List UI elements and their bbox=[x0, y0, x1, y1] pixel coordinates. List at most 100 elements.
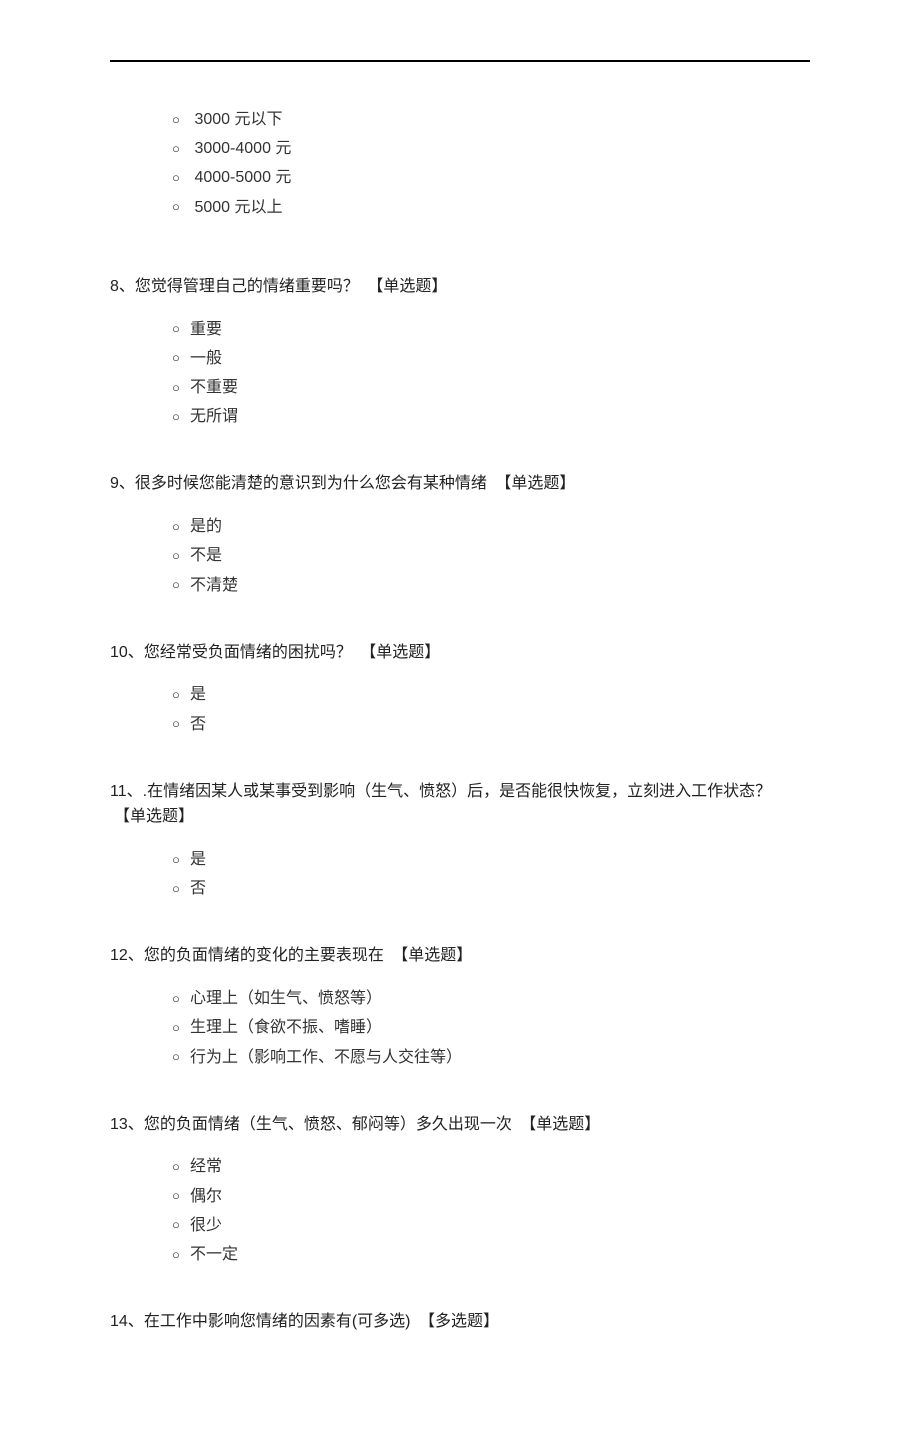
option-row: ○不重要 bbox=[172, 374, 810, 402]
radio-bullet-icon: ○ bbox=[172, 1244, 190, 1267]
radio-bullet-icon: ○ bbox=[172, 196, 190, 219]
question-type-tag: 【单选题】 bbox=[495, 475, 575, 492]
option-row: ○不是 bbox=[172, 542, 810, 570]
question-title: 11、.在情绪因某人或某事受到影响（生气、愤怒）后，是否能很快恢复，立刻进入工作… bbox=[110, 779, 810, 830]
question-title: 13、您的负面情绪（生气、愤怒、郁闷等）多久出现一次 【单选题】 bbox=[110, 1112, 810, 1138]
radio-bullet-icon: ○ bbox=[172, 318, 190, 341]
question-type-tag: 【单选题】 bbox=[392, 947, 472, 964]
option-row: ○是 bbox=[172, 681, 810, 709]
radio-bullet-icon: ○ bbox=[172, 1185, 190, 1208]
header-rule bbox=[110, 60, 810, 62]
option-row: ○行为上（影响工作、不愿与人交往等） bbox=[172, 1044, 810, 1072]
radio-bullet-icon: ○ bbox=[172, 713, 190, 736]
option-row: ○ 4000-5000 元 bbox=[172, 164, 810, 192]
option-text: 不清楚 bbox=[190, 577, 238, 594]
option-text: 无所谓 bbox=[190, 408, 238, 425]
question-12: 12、您的负面情绪的变化的主要表现在 【单选题】 ○心理上（如生气、愤怒等） ○… bbox=[110, 943, 810, 1071]
option-text: 行为上（影响工作、不愿与人交往等） bbox=[190, 1049, 462, 1066]
radio-bullet-icon: ○ bbox=[172, 109, 190, 132]
option-row: ○很少 bbox=[172, 1212, 810, 1240]
question-text: 很多时候您能清楚的意识到为什么您会有某种情绪 bbox=[135, 475, 487, 492]
radio-bullet-icon: ○ bbox=[172, 1156, 190, 1179]
radio-bullet-icon: ○ bbox=[172, 684, 190, 707]
option-row: ○ 3000 元以下 bbox=[172, 106, 810, 134]
option-row: ○否 bbox=[172, 711, 810, 739]
options-list: ○重要 ○一般 ○不重要 ○无所谓 bbox=[110, 316, 810, 432]
question-type-tag: 【单选题】 bbox=[367, 278, 447, 295]
options-list: ○是 ○否 bbox=[110, 681, 810, 738]
option-row: ○一般 bbox=[172, 345, 810, 373]
radio-bullet-icon: ○ bbox=[172, 406, 190, 429]
radio-bullet-icon: ○ bbox=[172, 849, 190, 872]
question-8: 8、您觉得管理自己的情绪重要吗？ 【单选题】 ○重要 ○一般 ○不重要 ○无所谓 bbox=[110, 274, 810, 432]
option-text: 否 bbox=[190, 716, 206, 733]
question-title: 12、您的负面情绪的变化的主要表现在 【单选题】 bbox=[110, 943, 810, 969]
question-number: 13、 bbox=[110, 1116, 144, 1133]
question-10: 10、您经常受负面情绪的困扰吗？ 【单选题】 ○是 ○否 bbox=[110, 640, 810, 739]
radio-bullet-icon: ○ bbox=[172, 347, 190, 370]
option-text: 否 bbox=[190, 880, 206, 897]
option-text: 不是 bbox=[190, 547, 222, 564]
option-text: 5000 元以上 bbox=[194, 199, 282, 216]
option-text: 偶尔 bbox=[190, 1188, 222, 1205]
question-number: 12、 bbox=[110, 947, 144, 964]
option-row: ○生理上（食欲不振、嗜睡） bbox=[172, 1014, 810, 1042]
options-list: ○是的 ○不是 ○不清楚 bbox=[110, 513, 810, 600]
question-number: 8、 bbox=[110, 278, 135, 295]
document-page: ○ 3000 元以下 ○ 3000-4000 元 ○ 4000-5000 元 ○… bbox=[0, 0, 920, 1435]
option-text: 3000-4000 元 bbox=[194, 140, 291, 157]
question-text: 您的负面情绪的变化的主要表现在 bbox=[144, 947, 384, 964]
radio-bullet-icon: ○ bbox=[172, 138, 190, 161]
question-type-tag: 【单选题】 bbox=[360, 644, 440, 661]
option-text: 不一定 bbox=[190, 1246, 238, 1263]
question-type-tag: 【单选题】 bbox=[114, 808, 194, 825]
option-text: 心理上（如生气、愤怒等） bbox=[190, 990, 382, 1007]
radio-bullet-icon: ○ bbox=[172, 167, 190, 190]
question-13: 13、您的负面情绪（生气、愤怒、郁闷等）多久出现一次 【单选题】 ○经常 ○偶尔… bbox=[110, 1112, 810, 1270]
option-row: ○心理上（如生气、愤怒等） bbox=[172, 985, 810, 1013]
question-text: 在工作中影响您情绪的因素有(可多选) bbox=[144, 1313, 411, 1330]
option-text: 生理上（食欲不振、嗜睡） bbox=[190, 1019, 382, 1036]
question-number: 9、 bbox=[110, 475, 135, 492]
option-row: ○ 3000-4000 元 bbox=[172, 135, 810, 163]
question-number: 10、 bbox=[110, 644, 144, 661]
radio-bullet-icon: ○ bbox=[172, 988, 190, 1011]
option-row: ○无所谓 bbox=[172, 403, 810, 431]
option-row: ○是的 bbox=[172, 513, 810, 541]
option-text: 很少 bbox=[190, 1217, 222, 1234]
option-text: 4000-5000 元 bbox=[194, 169, 291, 186]
radio-bullet-icon: ○ bbox=[172, 516, 190, 539]
question-type-tag: 【单选题】 bbox=[520, 1116, 600, 1133]
option-row: ○是 bbox=[172, 846, 810, 874]
question-number: 11、 bbox=[110, 783, 143, 800]
option-text: 是 bbox=[190, 851, 206, 868]
option-row: ○否 bbox=[172, 875, 810, 903]
option-text: 3000 元以下 bbox=[194, 111, 282, 128]
radio-bullet-icon: ○ bbox=[172, 377, 190, 400]
option-text: 是 bbox=[190, 686, 206, 703]
radio-bullet-icon: ○ bbox=[172, 545, 190, 568]
question-9: 9、很多时候您能清楚的意识到为什么您会有某种情绪 【单选题】 ○是的 ○不是 ○… bbox=[110, 471, 810, 599]
option-text: 是的 bbox=[190, 518, 222, 535]
question-title: 10、您经常受负面情绪的困扰吗？ 【单选题】 bbox=[110, 640, 810, 666]
question-14: 14、在工作中影响您情绪的因素有(可多选) 【多选题】 bbox=[110, 1309, 810, 1335]
option-row: ○经常 bbox=[172, 1153, 810, 1181]
question-text: 您觉得管理自己的情绪重要吗？ bbox=[135, 278, 359, 295]
option-text: 一般 bbox=[190, 350, 222, 367]
option-row: ○偶尔 bbox=[172, 1183, 810, 1211]
radio-bullet-icon: ○ bbox=[172, 1017, 190, 1040]
question-title: 8、您觉得管理自己的情绪重要吗？ 【单选题】 bbox=[110, 274, 810, 300]
options-list: ○是 ○否 bbox=[110, 846, 810, 903]
orphan-options-block: ○ 3000 元以下 ○ 3000-4000 元 ○ 4000-5000 元 ○… bbox=[110, 106, 810, 222]
option-text: 重要 bbox=[190, 321, 222, 338]
question-type-tag: 【多选题】 bbox=[419, 1313, 499, 1330]
radio-bullet-icon: ○ bbox=[172, 1046, 190, 1069]
question-number: 14、 bbox=[110, 1313, 144, 1330]
option-row: ○不一定 bbox=[172, 1241, 810, 1269]
radio-bullet-icon: ○ bbox=[172, 1214, 190, 1237]
question-text: .在情绪因某人或某事受到影响（生气、愤怒）后，是否能很快恢复，立刻进入工作状态？ bbox=[143, 783, 771, 800]
question-11: 11、.在情绪因某人或某事受到影响（生气、愤怒）后，是否能很快恢复，立刻进入工作… bbox=[110, 779, 810, 904]
option-text: 不重要 bbox=[190, 379, 238, 396]
options-list: ○心理上（如生气、愤怒等） ○生理上（食欲不振、嗜睡） ○行为上（影响工作、不愿… bbox=[110, 985, 810, 1072]
question-text: 您的负面情绪（生气、愤怒、郁闷等）多久出现一次 bbox=[144, 1116, 512, 1133]
